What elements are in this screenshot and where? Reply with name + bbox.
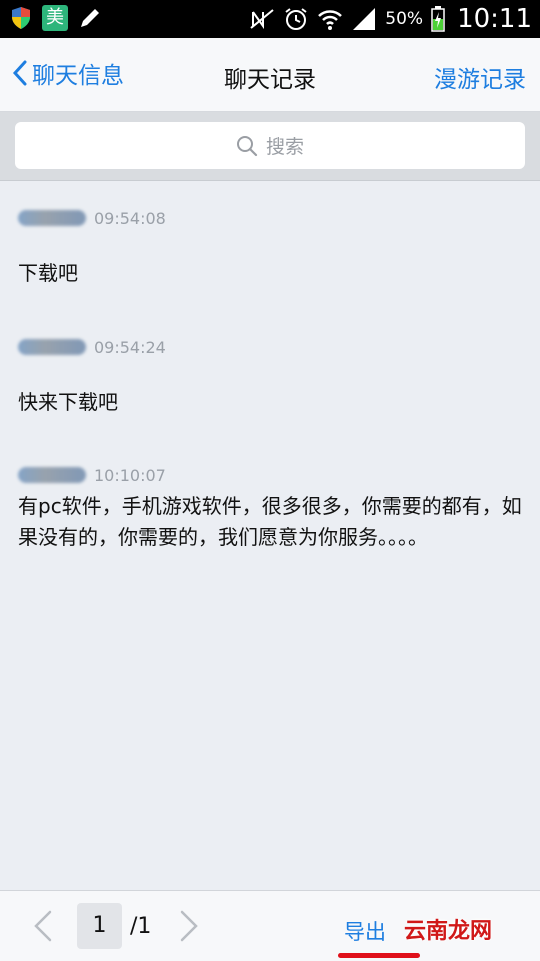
status-bar: 美 50% 10:11 [0,0,540,38]
message-header: 09:54:24 [18,335,528,359]
message-text: 快来下载吧 [18,390,118,414]
message-item: 10:10:07 有pc软件，手机游戏软件，很多很多，你需要的都有，如果没有的，… [18,463,528,553]
highlight-underline [338,953,420,958]
search-placeholder: 搜索 [265,136,304,158]
sender-name-redacted [18,467,86,483]
message-time: 10:10:07 [94,465,166,485]
next-page-icon[interactable] [178,909,200,943]
message-time: 09:54:24 [94,337,166,357]
search-bar: 搜索 [0,112,540,181]
alarm-icon [285,8,307,30]
sender-name-redacted [18,210,86,226]
roaming-records-button[interactable]: 漫游记录 [434,60,526,94]
message-time: 09:54:08 [94,208,166,228]
status-time: 10:11 [457,4,532,34]
nfc-icon [250,9,274,30]
message-header: 10:10:07 [18,463,528,487]
export-button[interactable]: 导出 [344,916,386,946]
battery-percent: 50% [385,9,424,29]
message-text: 有pc软件，手机游戏软件，很多很多，你需要的都有，如果没有的，你需要的，我们愿意… [18,494,522,549]
battery-icon [431,6,445,32]
nav-bar: 聊天信息 聊天记录 漫游记录 [0,38,540,112]
page-total: /1 [130,914,152,939]
message-text: 下载吧 [18,261,78,285]
page-number-input[interactable]: 1 [77,903,122,949]
sender-name-redacted [18,339,86,355]
watermark-logo: 云南龙网 [404,919,493,944]
app-notification-icon: 美 [42,5,68,31]
bottom-toolbar: 1 /1 导出 云南龙网 [0,890,540,961]
message-item: 09:54:08 下载吧 [18,206,528,289]
message-item: 09:54:24 快来下载吧 [18,335,528,418]
signal-icon [353,8,376,30]
search-icon [236,135,258,156]
search-input[interactable]: 搜索 [15,122,525,169]
wifi-icon [318,10,343,30]
shield-icon [12,7,30,29]
message-header: 09:54:08 [18,206,528,230]
previous-page-icon[interactable] [32,909,54,943]
pencil-icon [81,9,99,27]
